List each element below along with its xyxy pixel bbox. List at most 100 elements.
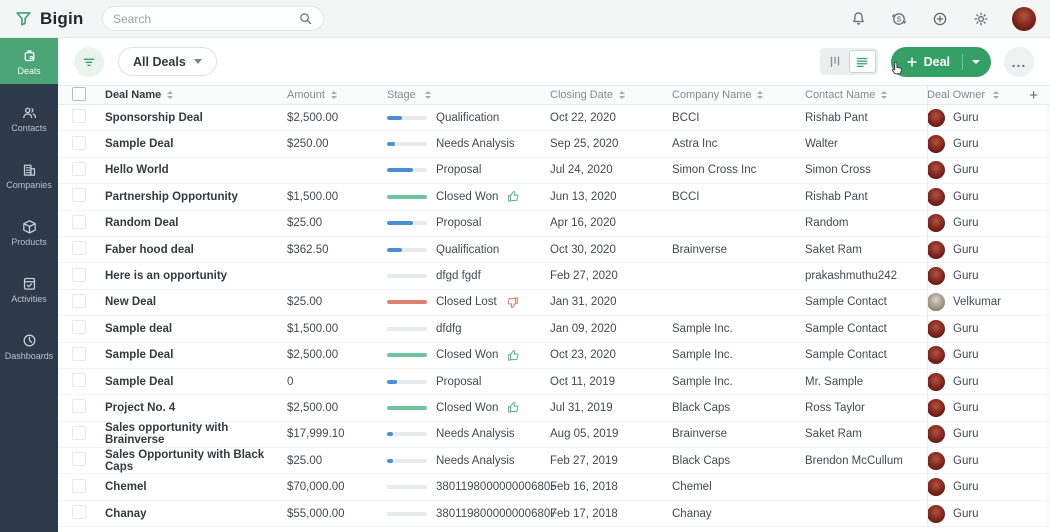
- column-header-company-name[interactable]: Company Name: [672, 89, 805, 101]
- column-header-deal-name[interactable]: Deal Name: [105, 89, 287, 101]
- table-row[interactable]: Random Deal $25.00 Proposal Apr 16, 2020…: [58, 211, 1050, 237]
- table-row[interactable]: Sample deal $1,500.00 dfdfg Jan 09, 2020…: [58, 316, 1050, 342]
- row-checkbox[interactable]: [72, 241, 86, 255]
- sidebar-item-products[interactable]: Products: [0, 209, 58, 255]
- table-row[interactable]: Sales opportunity with Brainverse $17,99…: [58, 422, 1050, 448]
- row-checkbox[interactable]: [72, 136, 86, 150]
- table-row[interactable]: Sales Opportunity with Black Caps $25.00…: [58, 448, 1050, 474]
- row-checkbox[interactable]: [72, 320, 86, 334]
- deal-name-cell[interactable]: Partnership Opportunity: [105, 191, 287, 203]
- more-options-button[interactable]: ...: [1004, 47, 1034, 77]
- deal-name-cell[interactable]: Project No. 4: [105, 402, 287, 414]
- contact-name-cell: prakashmuthu242: [805, 270, 927, 282]
- deal-name-cell[interactable]: Sample Deal: [105, 349, 287, 361]
- select-all-checkbox[interactable]: [72, 87, 86, 101]
- app-logo[interactable]: Bigin: [14, 9, 90, 29]
- sort-icon[interactable]: [881, 91, 887, 99]
- deal-name-cell[interactable]: Sample deal: [105, 323, 287, 335]
- row-checkbox[interactable]: [72, 399, 86, 413]
- sort-icon[interactable]: [331, 91, 337, 99]
- deal-name-cell[interactable]: Sample Deal: [105, 376, 287, 388]
- table-row[interactable]: Sample Deal $2,500.00 Closed Won Oct 23,…: [58, 343, 1050, 369]
- deal-name-cell[interactable]: Chemel: [105, 481, 287, 493]
- company-name-cell: BCCI: [672, 112, 805, 124]
- sort-icon[interactable]: [619, 91, 625, 99]
- company-name-cell: Chemel: [672, 481, 805, 493]
- sort-icon[interactable]: [167, 91, 173, 99]
- deal-name-cell[interactable]: Chanay: [105, 508, 287, 520]
- global-search[interactable]: [102, 6, 324, 31]
- deal-name-cell[interactable]: Sponsorship Deal: [105, 112, 287, 124]
- sidebar-item-dashboards[interactable]: Dashboards: [0, 323, 58, 369]
- row-checkbox[interactable]: [72, 188, 86, 202]
- deal-name-cell[interactable]: Hello World: [105, 164, 287, 176]
- column-header-stage[interactable]: Stage: [387, 89, 550, 101]
- column-header-contact-name[interactable]: Contact Name: [805, 89, 927, 101]
- sort-icon[interactable]: [425, 91, 431, 99]
- column-header-deal-owner[interactable]: Deal Owner: [927, 89, 1017, 101]
- search-input[interactable]: [113, 12, 298, 26]
- table-row[interactable]: Partnership Opportunity $1,500.00 Closed…: [58, 184, 1050, 210]
- amount-cell: $2,500.00: [287, 349, 387, 361]
- currency-icon[interactable]: $: [889, 9, 909, 29]
- deal-name-cell[interactable]: Random Deal: [105, 217, 287, 229]
- table-row[interactable]: Sponsorship Deal $2,500.00 Qualification…: [58, 105, 1050, 131]
- sidebar-item-activities[interactable]: Activities: [0, 266, 58, 312]
- deal-name-cell[interactable]: Here is an opportunity: [105, 270, 287, 282]
- table-row[interactable]: Chanay $55,000.00 3801198000000006807 Fe…: [58, 501, 1050, 527]
- deal-owner-cell: Guru: [927, 188, 1017, 206]
- sidebar-item-contacts[interactable]: Contacts: [0, 95, 58, 141]
- new-deal-dropdown-button[interactable]: [963, 60, 991, 64]
- deal-name-cell[interactable]: Sales Opportunity with Black Caps: [105, 449, 287, 473]
- column-header-amount[interactable]: Amount: [287, 89, 387, 101]
- activities-icon: [21, 275, 38, 292]
- column-header-closing-date[interactable]: Closing Date: [550, 89, 672, 101]
- deal-name-cell[interactable]: Sales opportunity with Brainverse: [105, 422, 287, 446]
- sort-icon[interactable]: [993, 91, 999, 99]
- row-checkbox[interactable]: [72, 294, 86, 308]
- quick-add-icon[interactable]: [930, 9, 950, 29]
- amount-cell: $25.00: [287, 296, 387, 308]
- table-row[interactable]: Faber hood deal $362.50 Qualification Oc…: [58, 237, 1050, 263]
- stage-cell: Needs Analysis: [387, 455, 550, 467]
- table-row[interactable]: New Deal $25.00 Closed Lost Jan 31, 2020…: [58, 290, 1050, 316]
- table-row[interactable]: Here is an opportunity dfgd fgdf Feb 27,…: [58, 263, 1050, 289]
- row-checkbox[interactable]: [72, 162, 86, 176]
- stage-label: Closed Won: [436, 349, 498, 361]
- row-checkbox[interactable]: [72, 215, 86, 229]
- owner-avatar: [927, 505, 945, 523]
- table-row[interactable]: Sample Deal 0 Proposal Oct 11, 2019 Samp…: [58, 369, 1050, 395]
- row-checkbox[interactable]: [72, 479, 86, 493]
- search-icon: [298, 11, 313, 26]
- settings-gear-icon[interactable]: [971, 9, 991, 29]
- stage-progress-bar: [387, 432, 427, 436]
- notifications-bell-icon[interactable]: [848, 9, 868, 29]
- deal-owner-cell: Guru: [927, 373, 1017, 391]
- company-name-cell: Sample Inc.: [672, 349, 805, 361]
- row-checkbox[interactable]: [72, 452, 86, 466]
- row-checkbox[interactable]: [72, 109, 86, 123]
- add-column-button[interactable]: +: [1029, 87, 1038, 104]
- sidebar-item-companies[interactable]: Companies: [0, 152, 58, 198]
- sidebar-item-deals[interactable]: Deals: [0, 38, 58, 84]
- deal-name-cell[interactable]: Faber hood deal: [105, 244, 287, 256]
- pipeline-view-button[interactable]: [822, 50, 849, 73]
- row-checkbox[interactable]: [72, 268, 86, 282]
- owner-name: Guru: [953, 270, 979, 282]
- table-row[interactable]: Hello World Proposal Jul 24, 2020 Simon …: [58, 158, 1050, 184]
- filter-icon[interactable]: [74, 47, 104, 77]
- table-row[interactable]: Sample Deal $250.00 Needs Analysis Sep 2…: [58, 131, 1050, 157]
- row-checkbox[interactable]: [72, 373, 86, 387]
- table-row[interactable]: Project No. 4 $2,500.00 Closed Won Jul 3…: [58, 395, 1050, 421]
- table-row[interactable]: Chemel $70,000.00 3801198000000006805 Fe…: [58, 474, 1050, 500]
- new-deal-button[interactable]: Deal: [891, 55, 962, 69]
- deals-view-selector[interactable]: All Deals: [118, 47, 217, 76]
- list-view-button[interactable]: [849, 50, 876, 73]
- deal-name-cell[interactable]: Sample Deal: [105, 138, 287, 150]
- sort-icon[interactable]: [757, 91, 763, 99]
- row-checkbox[interactable]: [72, 347, 86, 361]
- row-checkbox[interactable]: [72, 426, 86, 440]
- row-checkbox[interactable]: [72, 505, 86, 519]
- deal-name-cell[interactable]: New Deal: [105, 296, 287, 308]
- user-avatar[interactable]: [1012, 7, 1036, 31]
